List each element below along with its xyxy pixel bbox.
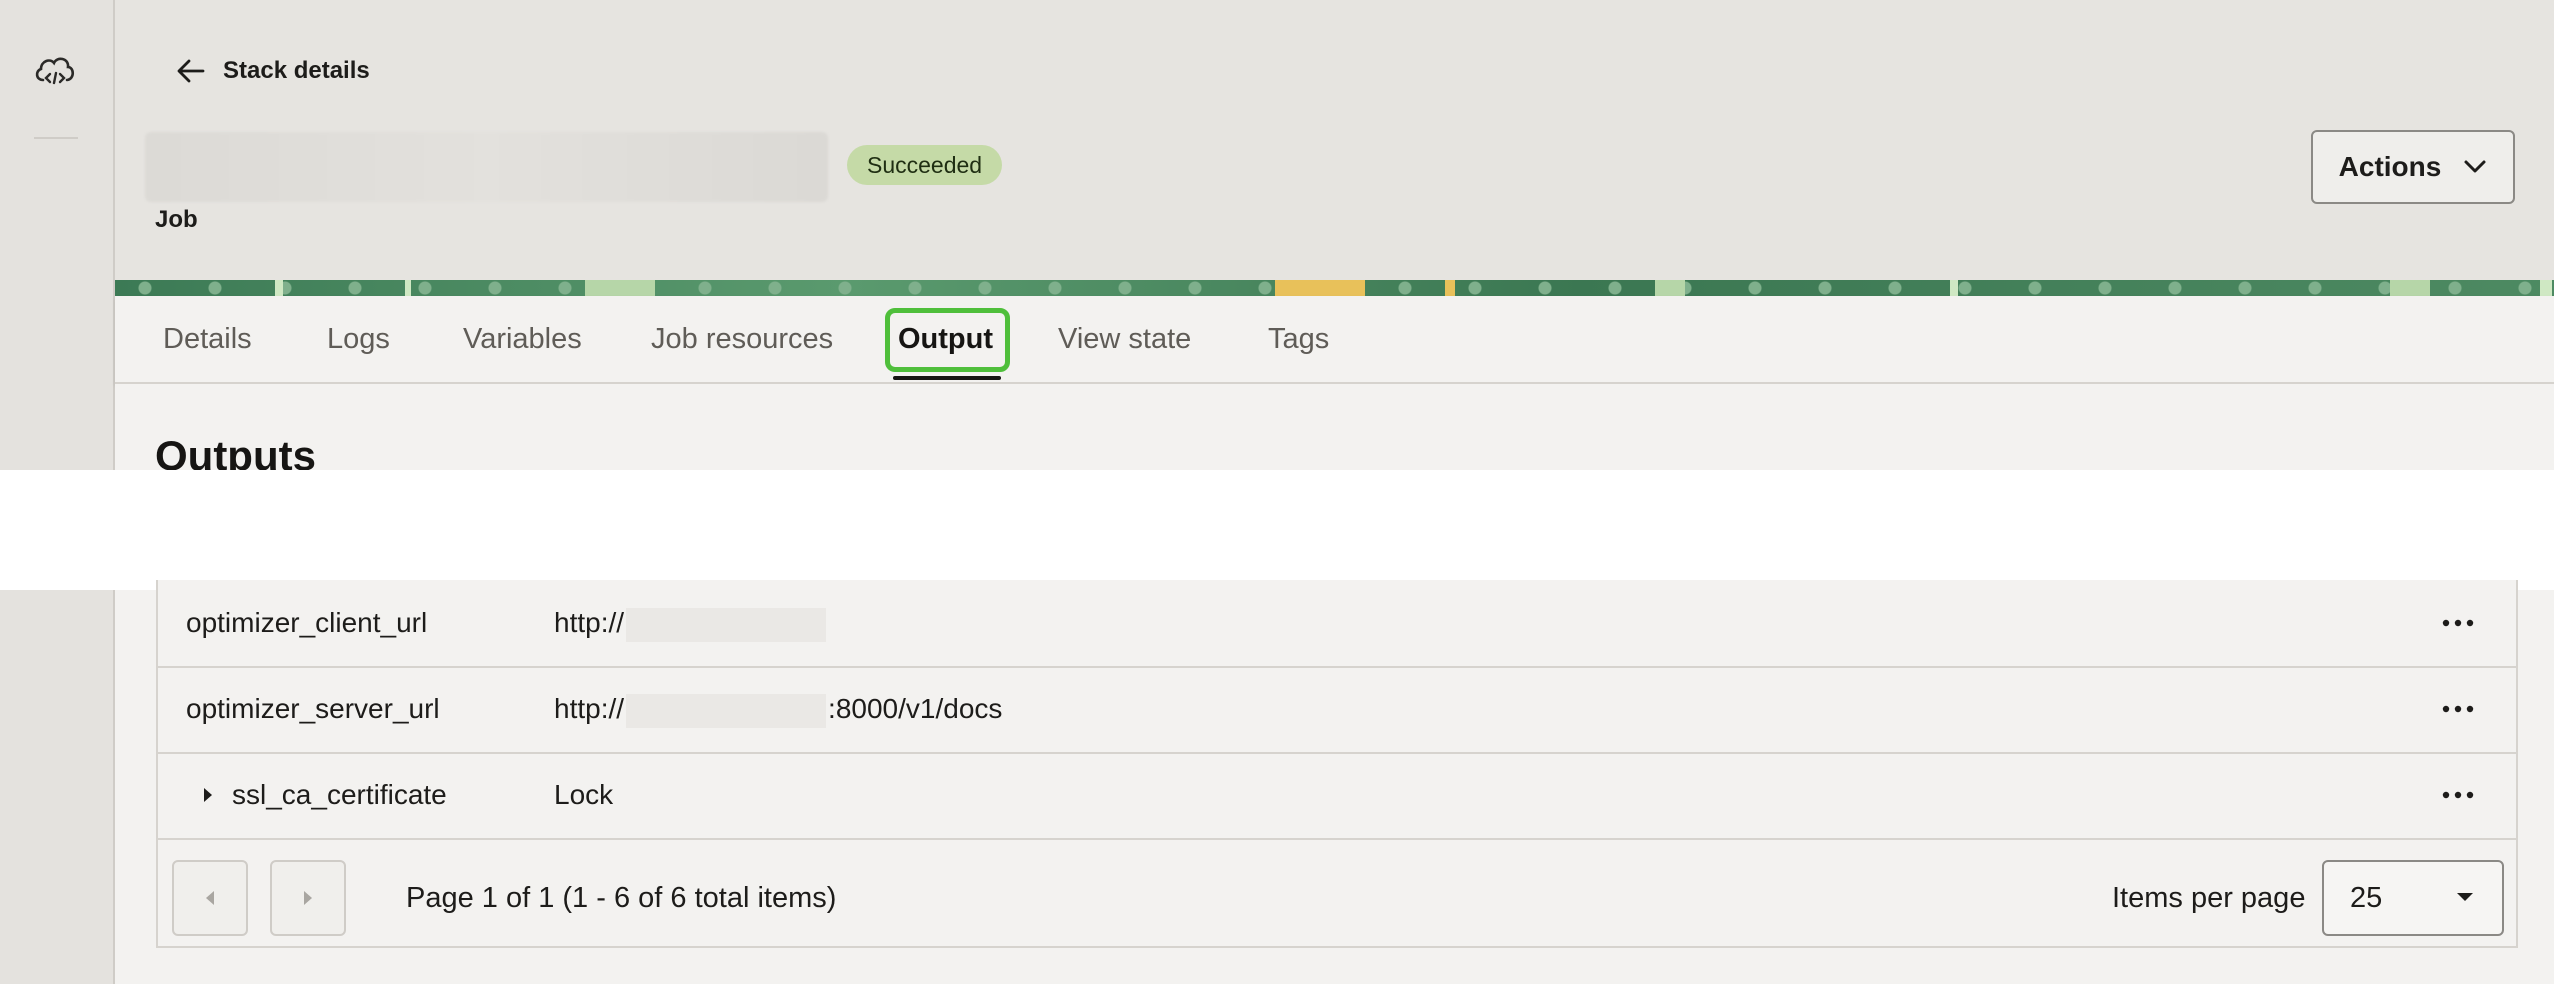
ellipsis-icon[interactable] [2438,610,2478,636]
tab-details[interactable]: Details [163,296,252,382]
output-name: optimizer_client_url [186,607,428,638]
caret-right-icon[interactable] [202,785,214,805]
page-header: Stack details Succeeded Job Actions [115,0,2554,280]
caret-down-icon [2457,893,2473,901]
cloud-code-icon[interactable] [33,52,77,88]
resource-type-label: Job [155,206,198,233]
items-per-page-select[interactable]: 25 [2322,860,2504,936]
items-per-page-value: 25 [2350,882,2383,914]
table-row: ssl_ca_certificate Lock [158,752,2516,840]
table-row: optimizer_server_url http:// :8000/v1/doc… [158,666,2516,754]
output-name: optimizer_server_url [186,693,440,724]
arrow-left-icon [177,59,205,83]
output-value-prefix: http:// [554,693,625,724]
caret-left-icon [206,891,214,905]
tab-output[interactable]: Output [898,296,993,382]
actions-button-label: Actions [2338,151,2442,182]
status-badge: Succeeded [847,145,1003,185]
chevron-down-icon [2464,160,2486,173]
output-value: http:// :8000/v1/docs [554,666,1002,752]
redacted-host [626,607,827,642]
output-value-suffix: :8000/v1/docs [828,693,1003,724]
back-to-stack-details-link[interactable]: Stack details [173,50,370,92]
job-name-redacted [145,132,828,202]
output-value: Lock [554,779,614,810]
header-banner-strip [115,280,2554,296]
table-row: optimizer_client_url http:// [158,580,2516,668]
caret-right-icon [304,891,312,905]
tab-tags[interactable]: Tags [1268,296,1329,382]
output-name: ssl_ca_certificate [232,779,447,810]
tab-view-state[interactable]: View state [1058,296,1191,382]
torn-edge-mask [0,470,2554,590]
pagination-info: Page 1 of 1 (1 - 6 of 6 total items) [406,882,837,914]
output-value-prefix: http:// [554,607,625,638]
previous-page-button[interactable] [172,860,248,936]
tab-job-resources[interactable]: Job resources [651,296,833,382]
tab-bar: Details Logs Variables Job resources Out… [115,296,2554,384]
sidebar-divider [34,137,78,139]
tab-logs[interactable]: Logs [327,296,390,382]
ellipsis-icon[interactable] [2438,782,2478,808]
ellipsis-icon[interactable] [2438,696,2478,722]
output-value: http:// [554,580,828,666]
active-tab-indicator [893,376,1001,380]
actions-button[interactable]: Actions [2311,130,2515,204]
tab-variables[interactable]: Variables [463,296,582,382]
next-page-button[interactable] [270,860,346,936]
items-per-page-label: Items per page [2112,882,2306,914]
redacted-host [626,693,827,728]
outputs-table: optimizer_client_url http:// optimizer_s… [156,580,2518,948]
back-link-label: Stack details [223,57,370,84]
pagination-bar: Page 1 of 1 (1 - 6 of 6 total items) Ite… [158,842,2516,946]
